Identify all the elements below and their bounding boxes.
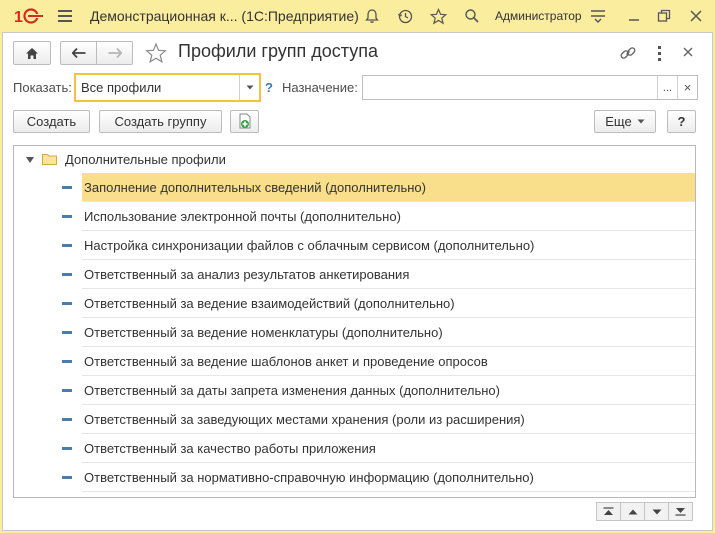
form-title: Профили групп доступа <box>178 41 378 61</box>
minimize-icon[interactable] <box>624 6 644 26</box>
list-item[interactable]: Ответственный за ведение взаимодействий … <box>82 289 695 318</box>
profile-item-icon <box>62 331 72 334</box>
list-item[interactable]: Ответственный за ведение номенклатуры (д… <box>82 318 695 347</box>
more-button-label: Еще <box>605 114 632 129</box>
settings-menu-icon[interactable] <box>588 6 608 26</box>
chevron-down-icon <box>652 509 661 514</box>
expand-triangle-icon[interactable] <box>26 157 34 163</box>
scroll-top-button[interactable] <box>596 502 621 521</box>
profile-item-icon <box>62 186 72 189</box>
to-bottom-icon <box>675 508 686 516</box>
current-user[interactable]: Администратор <box>495 9 582 23</box>
close-app-icon[interactable] <box>686 6 706 26</box>
to-top-icon <box>603 507 614 515</box>
clear-button[interactable]: × <box>677 76 697 99</box>
list-item[interactable]: Использование электронной почты (дополни… <box>82 202 695 231</box>
list-item-label: Ответственный за анализ результатов анке… <box>84 266 410 282</box>
scroll-up-button[interactable] <box>620 502 645 521</box>
profile-item-icon <box>62 244 72 247</box>
profile-item-icon <box>62 360 72 363</box>
list-item[interactable]: Ответственный за качество работы приложе… <box>82 434 695 463</box>
list-item[interactable]: Настройка синхронизации файлов с облачны… <box>82 231 695 260</box>
app-titlebar: 1 Демонстрационная к... (1С:Предприятие)… <box>0 0 715 32</box>
select-ellipsis-button[interactable]: ... <box>657 76 677 99</box>
1c-logo-icon[interactable]: 1 <box>14 7 44 25</box>
list-item-label: Ответственный за ведение шаблонов анкет … <box>84 353 488 369</box>
scroll-down-button[interactable] <box>644 502 669 521</box>
copy-item-button[interactable] <box>230 110 259 133</box>
app-title: Демонстрационная к... (1С:Предприятие) <box>90 8 359 24</box>
svg-text:1: 1 <box>14 9 23 25</box>
list-item[interactable]: Ответственный за нормативно-справочную и… <box>82 463 695 492</box>
list-item-label: Ответственный за ведение взаимодействий … <box>84 295 455 311</box>
list-item-label: Ответственный за даты запрета изменения … <box>84 382 500 398</box>
list-item-label: Использование электронной почты (дополни… <box>84 208 401 224</box>
show-profiles-select[interactable]: Все профили <box>74 73 261 102</box>
list-item-label: Ответственный за качество работы приложе… <box>84 440 376 456</box>
profile-item-icon <box>62 273 72 276</box>
help-button[interactable]: ? <box>667 110 696 133</box>
list-item-label: Заполнение дополнительных сведений (допо… <box>84 179 426 195</box>
list-item-label: Настройка синхронизации файлов с облачны… <box>84 237 535 253</box>
add-copy-icon <box>239 113 250 129</box>
group-row-additional-profiles[interactable]: Дополнительные профили <box>14 146 695 173</box>
history-icon[interactable] <box>395 6 415 26</box>
folder-icon <box>42 154 57 165</box>
list-item-label: Ответственный за нормативно-справочную и… <box>84 469 534 485</box>
purpose-label: Назначение: <box>282 80 358 95</box>
chevron-down-icon <box>637 119 645 124</box>
close-form-icon[interactable] <box>681 45 695 59</box>
dropdown-arrow-icon[interactable] <box>239 75 259 100</box>
profile-item-icon <box>62 389 72 392</box>
list-navigation <box>596 502 693 521</box>
list-item-label: Ответственный за ведение номенклатуры (д… <box>84 324 443 340</box>
profile-item-icon <box>62 215 72 218</box>
list-item-label: Ответственный за заведующих местами хран… <box>84 411 525 427</box>
group-label: Дополнительные профили <box>65 152 226 167</box>
back-button[interactable] <box>60 41 97 65</box>
profile-item-icon <box>62 476 72 479</box>
profile-item-icon <box>62 302 72 305</box>
link-icon[interactable] <box>619 44 637 62</box>
list-item[interactable]: Заполнение дополнительных сведений (допо… <box>82 173 695 202</box>
list-item[interactable]: Ответственный за ведение шаблонов анкет … <box>82 347 695 376</box>
more-vertical-icon[interactable] <box>651 44 667 62</box>
search-icon[interactable] <box>462 6 482 26</box>
show-label: Показать: <box>13 80 72 95</box>
profile-item-icon <box>62 447 72 450</box>
main-menu-icon[interactable] <box>58 10 72 22</box>
form-window: Профили групп доступа Показать: Все проф… <box>2 32 713 531</box>
home-button[interactable] <box>13 41 51 65</box>
list-item[interactable]: Ответственный за заведующих местами хран… <box>82 405 695 434</box>
home-icon <box>26 47 38 59</box>
show-profiles-value: Все профили <box>81 80 162 95</box>
help-mark-icon[interactable]: ? <box>265 80 273 95</box>
profile-item-icon <box>62 418 72 421</box>
restore-icon[interactable] <box>654 6 674 26</box>
scroll-bottom-button[interactable] <box>668 502 693 521</box>
create-group-button[interactable]: Создать группу <box>99 110 222 133</box>
arrow-left-icon <box>71 48 85 58</box>
profiles-list[interactable]: Дополнительные профили Заполнение дополн… <box>13 145 696 498</box>
purpose-field[interactable]: ... × <box>362 75 698 100</box>
create-button[interactable]: Создать <box>13 110 90 133</box>
add-to-favorites-icon[interactable] <box>145 42 167 64</box>
forward-button[interactable] <box>96 41 133 65</box>
list-item[interactable]: Ответственный за анализ результатов анке… <box>82 260 695 289</box>
bell-icon[interactable] <box>362 6 382 26</box>
chevron-up-icon <box>628 509 637 514</box>
more-button[interactable]: Еще <box>594 110 656 133</box>
arrow-right-icon <box>108 48 122 58</box>
list-item[interactable]: Ответственный за даты запрета изменения … <box>82 376 695 405</box>
favorites-star-icon[interactable] <box>428 6 448 26</box>
